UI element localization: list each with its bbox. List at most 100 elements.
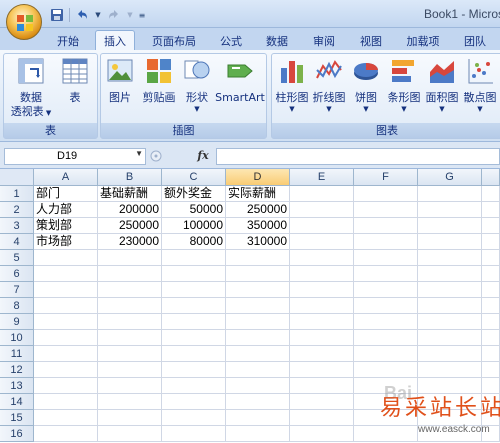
tab-view[interactable]: 视图 [352,31,390,50]
column-header-c[interactable]: C [162,169,226,186]
row-header-3[interactable]: 3 [0,218,34,234]
column-header-g[interactable]: G [418,169,482,186]
cell[interactable] [162,394,226,410]
cell[interactable] [162,362,226,378]
cell[interactable] [98,410,162,426]
cell[interactable] [290,234,354,250]
row-header-11[interactable]: 11 [0,346,34,362]
column-header-b[interactable]: B [98,169,162,186]
cell[interactable] [354,282,418,298]
cell[interactable] [290,314,354,330]
redo-dropdown-icon[interactable]: ▼ [126,6,134,24]
cell[interactable] [34,394,98,410]
row-header-14[interactable]: 14 [0,394,34,410]
cell[interactable] [482,218,500,234]
row-header-10[interactable]: 10 [0,330,34,346]
cell[interactable] [226,362,290,378]
cell[interactable] [354,250,418,266]
column-header-a[interactable]: A [34,169,98,186]
insert-function-icon[interactable]: fx [193,147,213,165]
value-cell[interactable]: 50000 [162,202,226,218]
cell[interactable] [418,186,482,202]
cell[interactable] [226,250,290,266]
cell[interactable] [226,266,290,282]
cell[interactable] [98,250,162,266]
cell[interactable] [418,250,482,266]
cell[interactable] [418,298,482,314]
customize-icon[interactable]: ≡ [137,6,147,24]
cell[interactable] [418,346,482,362]
row-header-9[interactable]: 9 [0,314,34,330]
line-chart-button[interactable]: 折线图 ▼ [311,56,347,113]
cell[interactable] [482,202,500,218]
column-header-f[interactable]: F [354,169,418,186]
value-cell[interactable]: 230000 [98,234,162,250]
clipart-button[interactable]: 剪贴画 [139,56,179,105]
header-cell[interactable]: 基础薪酬 [98,186,162,202]
cell[interactable] [98,298,162,314]
bar-chart-button[interactable]: 条形图 ▼ [386,56,422,113]
value-cell[interactable]: 200000 [98,202,162,218]
department-cell[interactable]: 人力部 [34,202,98,218]
tab-formulas[interactable]: 公式 [212,31,250,50]
redo-icon[interactable] [105,6,123,24]
cell[interactable] [482,250,500,266]
cell[interactable] [418,202,482,218]
tab-data[interactable]: 数据 [258,31,296,50]
cell[interactable] [482,234,500,250]
cell[interactable] [98,394,162,410]
select-all-corner[interactable] [0,169,34,186]
cell[interactable] [290,266,354,282]
row-header-4[interactable]: 4 [0,234,34,250]
cell[interactable] [354,218,418,234]
cell[interactable] [290,218,354,234]
row-header-8[interactable]: 8 [0,298,34,314]
cell[interactable] [34,266,98,282]
cell[interactable] [482,330,500,346]
save-icon[interactable] [48,6,66,24]
cell[interactable] [162,266,226,282]
cell[interactable] [34,362,98,378]
row-header-5[interactable]: 5 [0,250,34,266]
cell[interactable] [162,346,226,362]
cell[interactable] [482,346,500,362]
cell[interactable] [98,426,162,442]
cell[interactable] [482,186,500,202]
row-header-16[interactable]: 16 [0,426,34,442]
undo-icon[interactable] [73,6,91,24]
cell[interactable] [354,234,418,250]
cell[interactable] [354,266,418,282]
column-chart-button[interactable]: 柱形图 ▼ [274,56,310,113]
formula-bar-resize-icon[interactable] [150,150,162,162]
cell[interactable] [290,186,354,202]
cell[interactable] [162,298,226,314]
cell[interactable] [482,298,500,314]
row-header-1[interactable]: 1 [0,186,34,202]
value-cell[interactable]: 250000 [98,218,162,234]
cell[interactable] [162,378,226,394]
row-header-7[interactable]: 7 [0,282,34,298]
cell[interactable] [226,298,290,314]
value-cell[interactable]: 350000 [226,218,290,234]
cell[interactable] [290,346,354,362]
formula-input[interactable] [216,148,500,165]
cell[interactable] [290,202,354,218]
cell[interactable] [418,362,482,378]
cell[interactable] [226,330,290,346]
cell[interactable] [226,426,290,442]
smartart-button[interactable]: SmartArt [215,56,265,105]
scatter-chart-button[interactable]: 散点图 ▼ [462,56,498,113]
cell[interactable] [354,202,418,218]
cell[interactable] [98,378,162,394]
cell[interactable] [226,378,290,394]
cell[interactable] [34,282,98,298]
tab-team[interactable]: 团队 [456,31,494,50]
cell[interactable] [354,186,418,202]
tab-insert[interactable]: 插入 [95,30,135,50]
cell[interactable] [290,298,354,314]
office-button[interactable] [6,4,42,40]
cell[interactable] [34,330,98,346]
header-cell[interactable]: 额外奖金 [162,186,226,202]
cell[interactable] [418,218,482,234]
shapes-button[interactable]: 形状 ▼ [181,56,213,113]
